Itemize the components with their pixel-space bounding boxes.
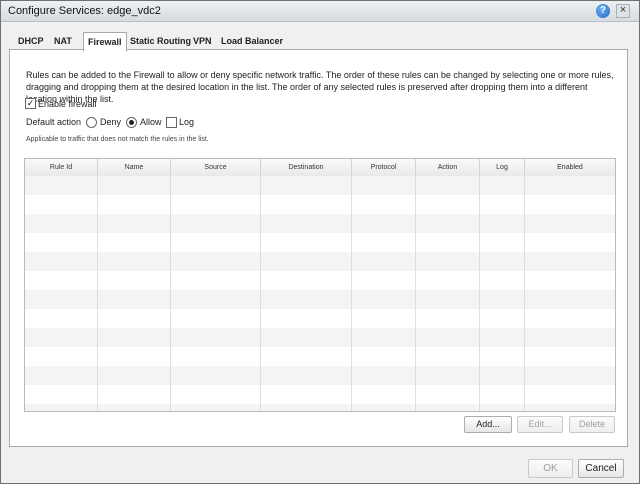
column-divider bbox=[524, 176, 525, 411]
tab-firewall[interactable]: Firewall bbox=[83, 32, 127, 52]
table-row[interactable] bbox=[25, 214, 615, 233]
table-row[interactable] bbox=[25, 252, 615, 271]
table-row[interactable] bbox=[25, 404, 615, 411]
log-label: Log bbox=[179, 117, 195, 127]
column-action[interactable]: Action bbox=[416, 159, 480, 176]
column-rule-id[interactable]: Rule Id bbox=[25, 159, 98, 176]
enable-firewall-label: Enable firewall bbox=[38, 99, 97, 109]
allow-radio-selected-dot bbox=[129, 120, 134, 125]
column-protocol[interactable]: Protocol bbox=[352, 159, 416, 176]
column-divider bbox=[351, 176, 352, 411]
column-enabled[interactable]: Enabled bbox=[525, 159, 615, 176]
tab-dhcp[interactable]: DHCP bbox=[14, 34, 48, 49]
ok-button[interactable]: OK bbox=[528, 459, 573, 478]
deny-label: Deny bbox=[100, 117, 122, 127]
column-name[interactable]: Name bbox=[98, 159, 171, 176]
column-divider bbox=[97, 176, 98, 411]
column-source[interactable]: Source bbox=[171, 159, 261, 176]
dialog-title: Configure Services: edge_vdc2 bbox=[8, 5, 161, 17]
column-log[interactable]: Log bbox=[480, 159, 525, 176]
table-row[interactable] bbox=[25, 290, 615, 309]
edit-rule-button[interactable]: Edit... bbox=[517, 416, 563, 433]
column-divider bbox=[260, 176, 261, 411]
log-checkbox[interactable] bbox=[166, 117, 177, 128]
close-icon[interactable]: × bbox=[616, 4, 630, 18]
grid-header: Rule Id Name Source Destination Protocol… bbox=[25, 159, 615, 177]
deny-radio[interactable] bbox=[86, 117, 97, 128]
add-rule-button[interactable]: Add... bbox=[464, 416, 512, 433]
table-row[interactable] bbox=[25, 328, 615, 347]
help-icon[interactable]: ? bbox=[596, 4, 610, 18]
firewall-description: Rules can be added to the Firewall to al… bbox=[26, 70, 614, 104]
table-row[interactable] bbox=[25, 271, 615, 290]
cancel-button[interactable]: Cancel bbox=[578, 459, 624, 478]
default-action-label: Default action bbox=[26, 117, 82, 127]
column-divider bbox=[415, 176, 416, 411]
table-row[interactable] bbox=[25, 385, 615, 404]
title-bar[interactable]: Configure Services: edge_vdc2 ? × bbox=[1, 1, 639, 22]
table-row[interactable] bbox=[25, 176, 615, 195]
table-row[interactable] bbox=[25, 347, 615, 366]
default-action-note: Applicable to traffic that does not matc… bbox=[26, 136, 209, 143]
table-row[interactable] bbox=[25, 195, 615, 214]
tab-load-balancer[interactable]: Load Balancer bbox=[217, 34, 287, 49]
table-row[interactable] bbox=[25, 366, 615, 385]
column-divider bbox=[479, 176, 480, 411]
table-row[interactable] bbox=[25, 233, 615, 252]
column-destination[interactable]: Destination bbox=[261, 159, 352, 176]
firewall-rules-grid[interactable]: Rule Id Name Source Destination Protocol… bbox=[24, 158, 616, 412]
allow-label: Allow bbox=[140, 117, 162, 127]
column-divider bbox=[170, 176, 171, 411]
table-row[interactable] bbox=[25, 309, 615, 328]
allow-radio[interactable] bbox=[126, 117, 137, 128]
enable-firewall-checkbox[interactable]: ✓ bbox=[25, 98, 36, 109]
tab-vpn[interactable]: VPN bbox=[189, 34, 216, 49]
delete-rule-button[interactable]: Delete bbox=[569, 416, 615, 433]
tab-nat[interactable]: NAT bbox=[50, 34, 76, 49]
tab-static-routing[interactable]: Static Routing bbox=[126, 34, 195, 49]
